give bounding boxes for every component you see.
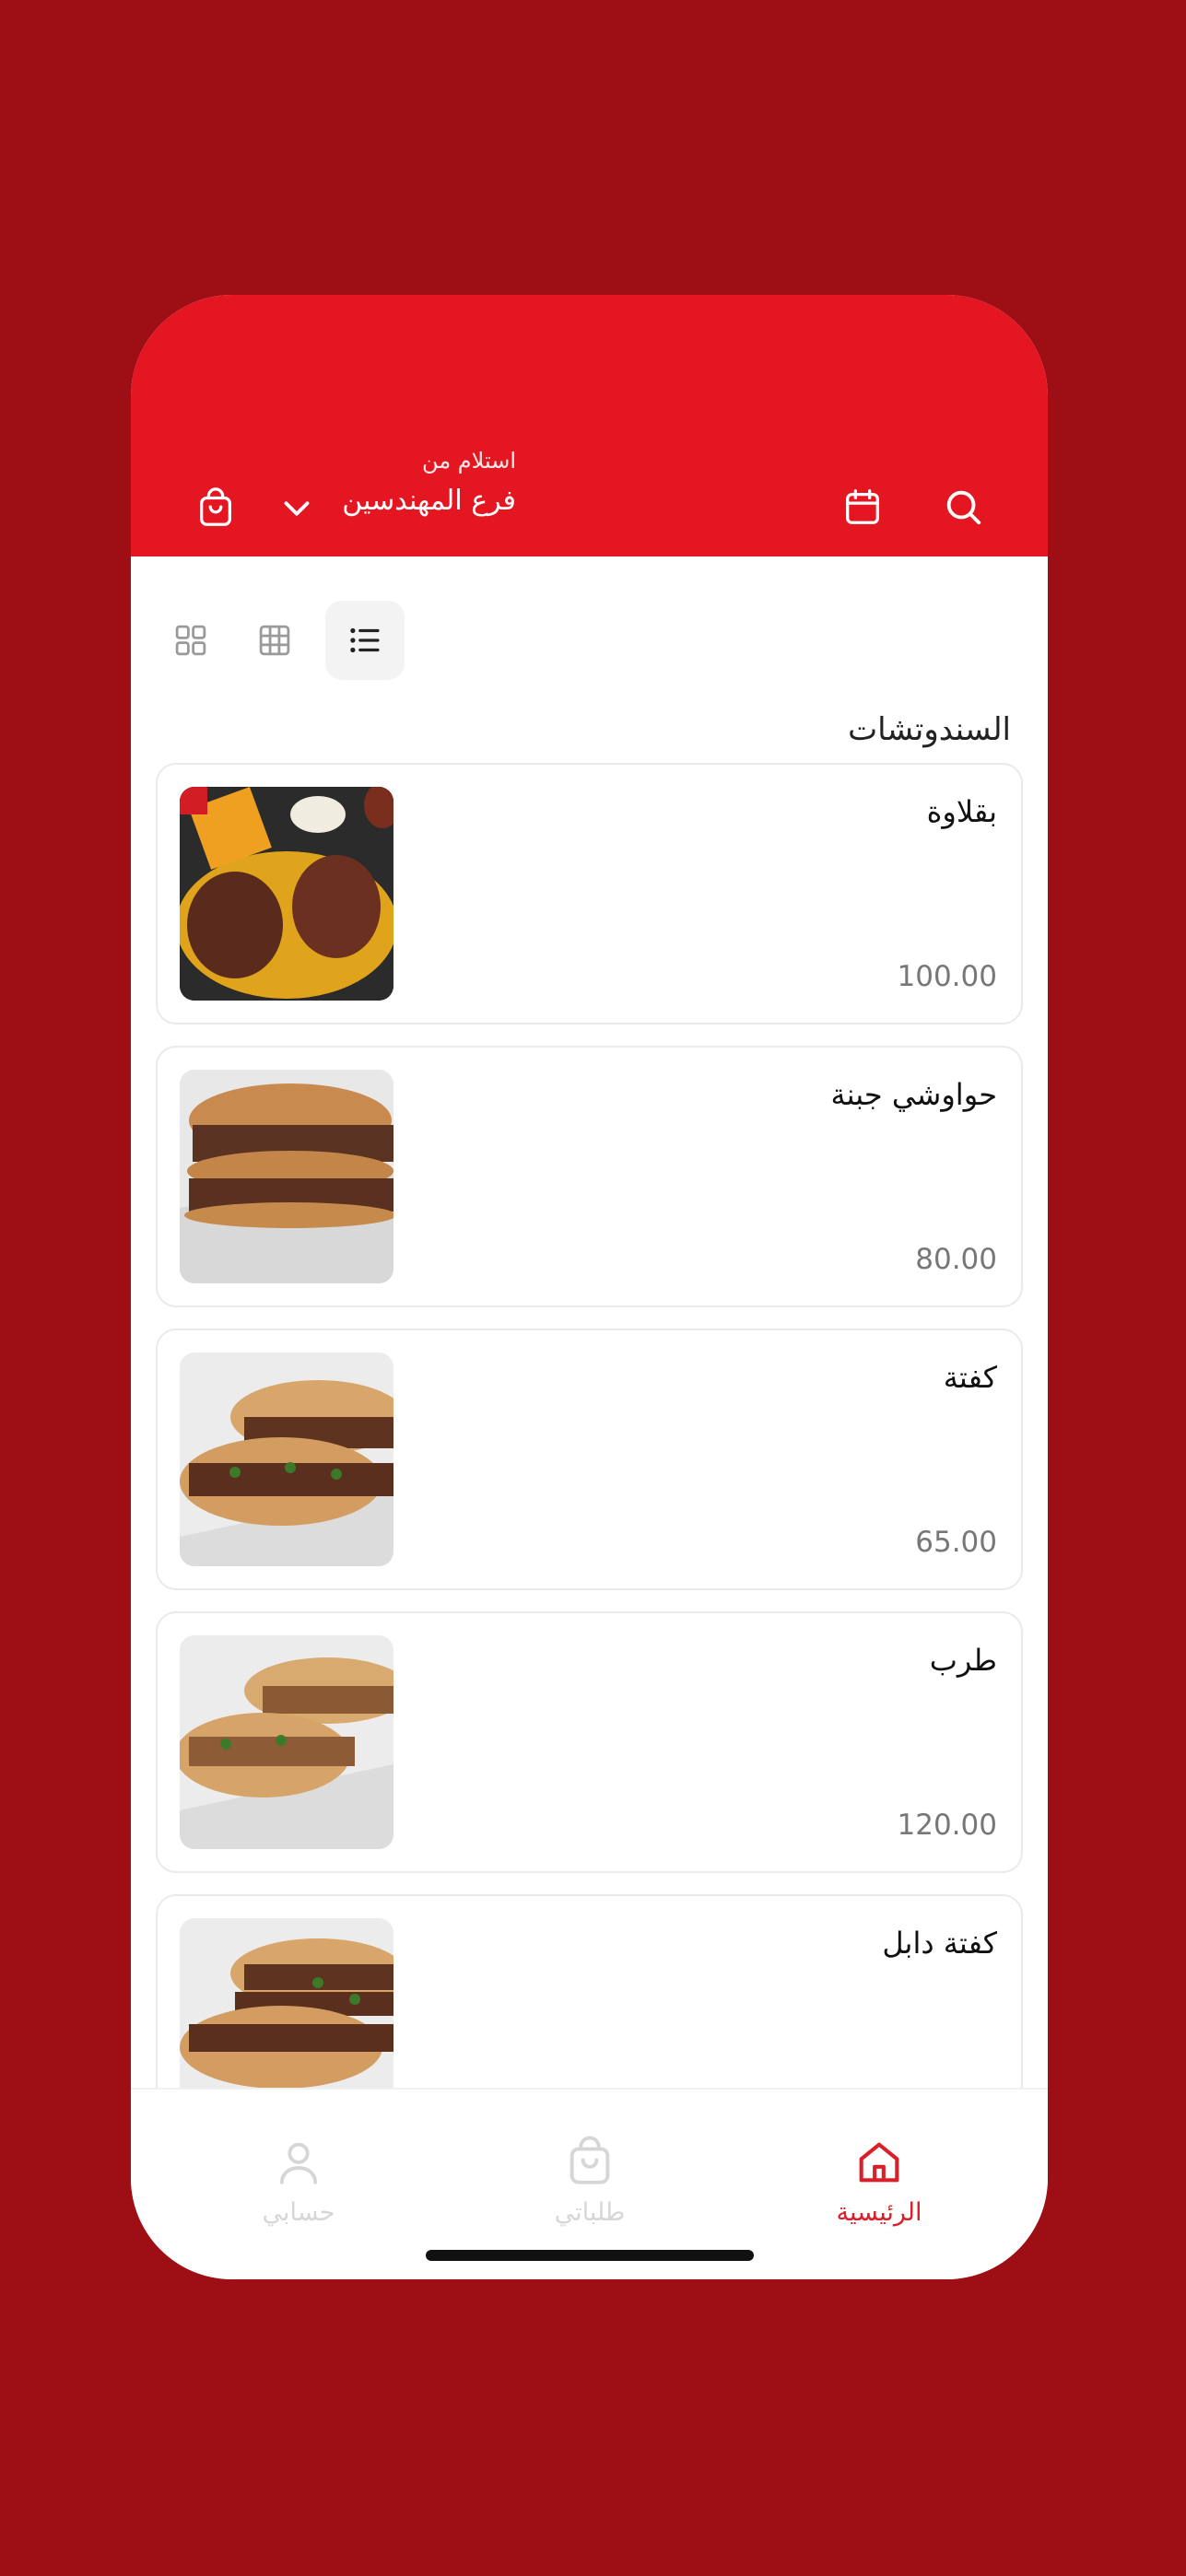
shopping-bag-icon	[200, 487, 231, 526]
product-card[interactable]: كفتة دابل	[156, 1894, 1023, 2088]
pickup-label: استلام من	[422, 448, 516, 474]
chevron-down-icon	[284, 501, 310, 516]
product-price: 120.00	[897, 1809, 997, 1842]
product-card[interactable]: طرب 120.00	[156, 1611, 1023, 1873]
product-card[interactable]: حواوشي جبنة 80.00	[156, 1046, 1023, 1307]
product-card[interactable]: كفتة 65.00	[156, 1329, 1023, 1590]
section-title: السندوتشات	[848, 711, 1011, 748]
product-name: بقلاوة	[926, 794, 997, 829]
grid-3-icon	[259, 625, 290, 656]
user-icon	[279, 2142, 318, 2184]
product-price: 65.00	[915, 1526, 997, 1559]
product-image	[180, 1352, 393, 1566]
tab-account-label: حسابي	[262, 2198, 335, 2227]
tab-account[interactable]: حسابي	[206, 2136, 391, 2227]
grid-2-view-button[interactable]	[151, 601, 230, 680]
list-icon	[350, 627, 380, 653]
branch-dropdown-button[interactable]	[269, 481, 324, 536]
app-screen: استلام من فرع المهندسين السندوتشات بقلاو…	[131, 295, 1048, 2279]
product-image	[180, 787, 393, 1001]
shopping-bag-icon	[570, 2136, 610, 2184]
product-price: 100.00	[897, 960, 997, 993]
product-image	[180, 1918, 393, 2088]
home-icon	[859, 2142, 899, 2183]
product-name: كفتة دابل	[882, 1926, 997, 1961]
tab-home[interactable]: الرئيسية	[787, 2136, 971, 2227]
tab-orders-label: طلباتي	[554, 2198, 626, 2227]
product-name: طرب	[929, 1643, 997, 1678]
calendar-icon	[846, 489, 879, 524]
product-name: كفتة	[943, 1360, 997, 1395]
schedule-button[interactable]	[835, 479, 890, 534]
grid-3-view-button[interactable]	[235, 601, 314, 680]
tab-orders[interactable]: طلباتي	[498, 2136, 682, 2227]
list-view-button[interactable]	[325, 601, 405, 680]
search-icon	[946, 490, 981, 525]
product-card[interactable]: بقلاوة 100.00	[156, 763, 1023, 1025]
branch-name: فرع المهندسين	[342, 485, 516, 517]
app-header: استلام من فرع المهندسين	[131, 295, 1048, 556]
product-name: حواوشي جبنة	[830, 1077, 997, 1112]
tab-home-label: الرئيسية	[836, 2198, 922, 2227]
cart-button[interactable]	[188, 481, 243, 536]
search-button[interactable]	[935, 479, 991, 534]
home-indicator[interactable]	[426, 2250, 754, 2261]
product-image	[180, 1070, 393, 1283]
grid-2-icon	[175, 625, 206, 656]
product-image	[180, 1635, 393, 1849]
product-list[interactable]: بقلاوة 100.00 حواوشي جبنة 80.00 كفتة 65.…	[156, 763, 1023, 2088]
product-price: 80.00	[915, 1243, 997, 1276]
